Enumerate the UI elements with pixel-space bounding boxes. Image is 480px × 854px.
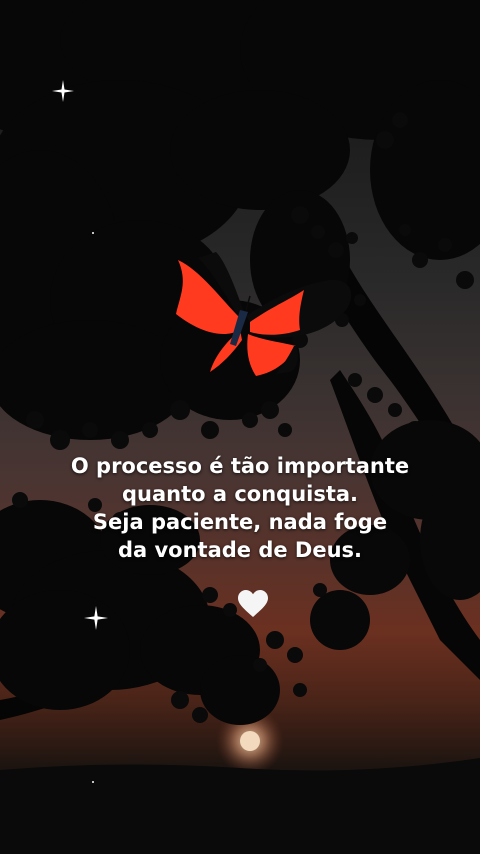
- star-dot: [92, 781, 94, 783]
- sun: [240, 731, 260, 751]
- quote-line: quanto a conquista.: [121, 482, 359, 506]
- white-heart-icon: [238, 590, 268, 617]
- sparkle-icon: [84, 606, 108, 630]
- star-dot: [92, 232, 94, 234]
- tree-silhouette: [0, 0, 480, 854]
- quote-line: O processo é tão importante: [70, 454, 410, 478]
- quote-line: Seja paciente, nada foge: [92, 510, 388, 534]
- ground: [0, 758, 480, 854]
- quote-text: O processo é tão importante quanto a con…: [0, 452, 480, 564]
- quote-line: da vontade de Deus.: [117, 538, 363, 562]
- background-scene: O processo é tão importante quanto a con…: [0, 0, 480, 854]
- sparkle-icon: [52, 80, 74, 102]
